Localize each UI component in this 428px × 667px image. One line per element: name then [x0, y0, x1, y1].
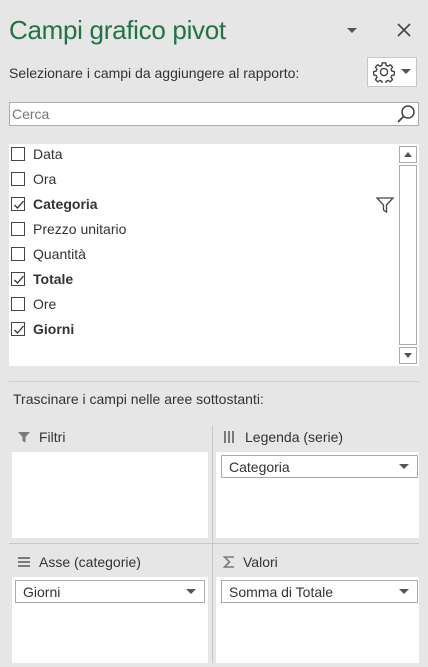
- task-pane-options-button[interactable]: [341, 20, 363, 42]
- drag-fields-label: Trascinare i campi nelle aree sottostant…: [13, 391, 264, 407]
- choose-fields-label: Selezionare i campi da aggiungere al rap…: [9, 65, 300, 81]
- field-item-ora[interactable]: Ora: [9, 169, 394, 191]
- filter-icon[interactable]: [375, 195, 395, 215]
- area-field-label: Categoria: [229, 459, 290, 475]
- field-checkbox[interactable]: [11, 247, 25, 261]
- search-icon[interactable]: [396, 104, 416, 124]
- filter-icon: [18, 432, 30, 443]
- scroll-down-button[interactable]: [399, 347, 417, 364]
- chevron-down-icon[interactable]: [399, 589, 409, 595]
- field-item-prezzo-unitario[interactable]: Prezzo unitario: [9, 219, 394, 241]
- legend-area-label: Legenda (serie): [245, 429, 344, 445]
- field-checkbox-checked[interactable]: [11, 197, 25, 211]
- axis-field-giorni[interactable]: Giorni: [15, 580, 205, 603]
- field-checkbox-checked[interactable]: [11, 272, 25, 286]
- legend-area-header: Legenda (serie): [223, 429, 343, 445]
- tools-button[interactable]: [367, 57, 417, 87]
- field-label: Ora: [33, 171, 57, 187]
- field-item-giorni[interactable]: Giorni: [9, 319, 394, 341]
- field-item-categoria[interactable]: Categoria: [9, 194, 395, 216]
- field-item-quantita[interactable]: Quantità: [9, 244, 394, 266]
- area-field-label: Giorni: [23, 584, 61, 600]
- chevron-down-icon[interactable]: [399, 464, 409, 470]
- sigma-icon: [223, 556, 234, 568]
- field-checkbox[interactable]: [11, 297, 25, 311]
- field-label: Quantità: [33, 246, 86, 262]
- filters-area-label: Filtri: [39, 429, 66, 445]
- field-label: Prezzo unitario: [33, 221, 127, 237]
- triangle-down-icon: [404, 353, 412, 358]
- values-drop-area[interactable]: Somma di Totale: [216, 577, 419, 663]
- area-field-label: Somma di Totale: [229, 584, 334, 600]
- field-checkbox-checked[interactable]: [11, 322, 25, 336]
- field-label: Totale: [33, 271, 74, 287]
- field-label: Categoria: [33, 196, 98, 212]
- field-label: Data: [33, 146, 63, 162]
- field-item-data[interactable]: Data: [9, 144, 394, 166]
- scroll-up-button[interactable]: [399, 146, 417, 163]
- filters-area-header: Filtri: [17, 429, 65, 445]
- values-area-header: Valori: [223, 554, 278, 570]
- search-input[interactable]: [12, 105, 392, 123]
- field-checkbox[interactable]: [11, 222, 25, 236]
- checkmark-icon: [14, 325, 24, 334]
- triangle-up-icon: [404, 152, 412, 157]
- columns-icon: [224, 431, 234, 443]
- checkmark-icon: [14, 275, 24, 284]
- field-checkbox[interactable]: [11, 172, 25, 186]
- field-label: Ore: [33, 296, 57, 312]
- search-box: [9, 102, 419, 126]
- legend-drop-area[interactable]: Categoria: [216, 452, 419, 538]
- gear-icon: [373, 62, 395, 83]
- field-item-ore[interactable]: Ore: [9, 294, 394, 316]
- axis-area-header: Asse (categorie): [17, 554, 141, 570]
- rows-icon: [18, 557, 30, 567]
- values-area-label: Valori: [243, 554, 278, 570]
- scrollbar-thumb[interactable]: [399, 165, 417, 345]
- section-divider: [9, 381, 419, 382]
- axis-drop-area[interactable]: Giorni: [12, 577, 208, 663]
- chevron-down-icon[interactable]: [186, 589, 196, 595]
- axis-area-label: Asse (categorie): [39, 554, 141, 570]
- area-divider-horizontal: [9, 543, 419, 544]
- legend-field-categoria[interactable]: Categoria: [221, 455, 418, 478]
- values-field-somma-di-totale[interactable]: Somma di Totale: [221, 580, 418, 603]
- filters-drop-area[interactable]: [12, 452, 208, 538]
- chevron-down-icon: [347, 28, 357, 33]
- close-button[interactable]: [393, 19, 415, 41]
- panel-title: Campi grafico pivot: [9, 15, 226, 45]
- area-divider-vertical: [212, 426, 213, 663]
- close-icon: [397, 23, 411, 37]
- field-checkbox[interactable]: [11, 147, 25, 161]
- field-label: Giorni: [33, 321, 75, 337]
- chevron-down-icon: [401, 69, 411, 74]
- field-list: Data Ora Categoria Prezzo unitario Quant…: [9, 144, 419, 366]
- field-list-scrollbar[interactable]: [399, 146, 417, 364]
- checkmark-icon: [14, 200, 24, 209]
- field-item-totale[interactable]: Totale: [9, 269, 394, 291]
